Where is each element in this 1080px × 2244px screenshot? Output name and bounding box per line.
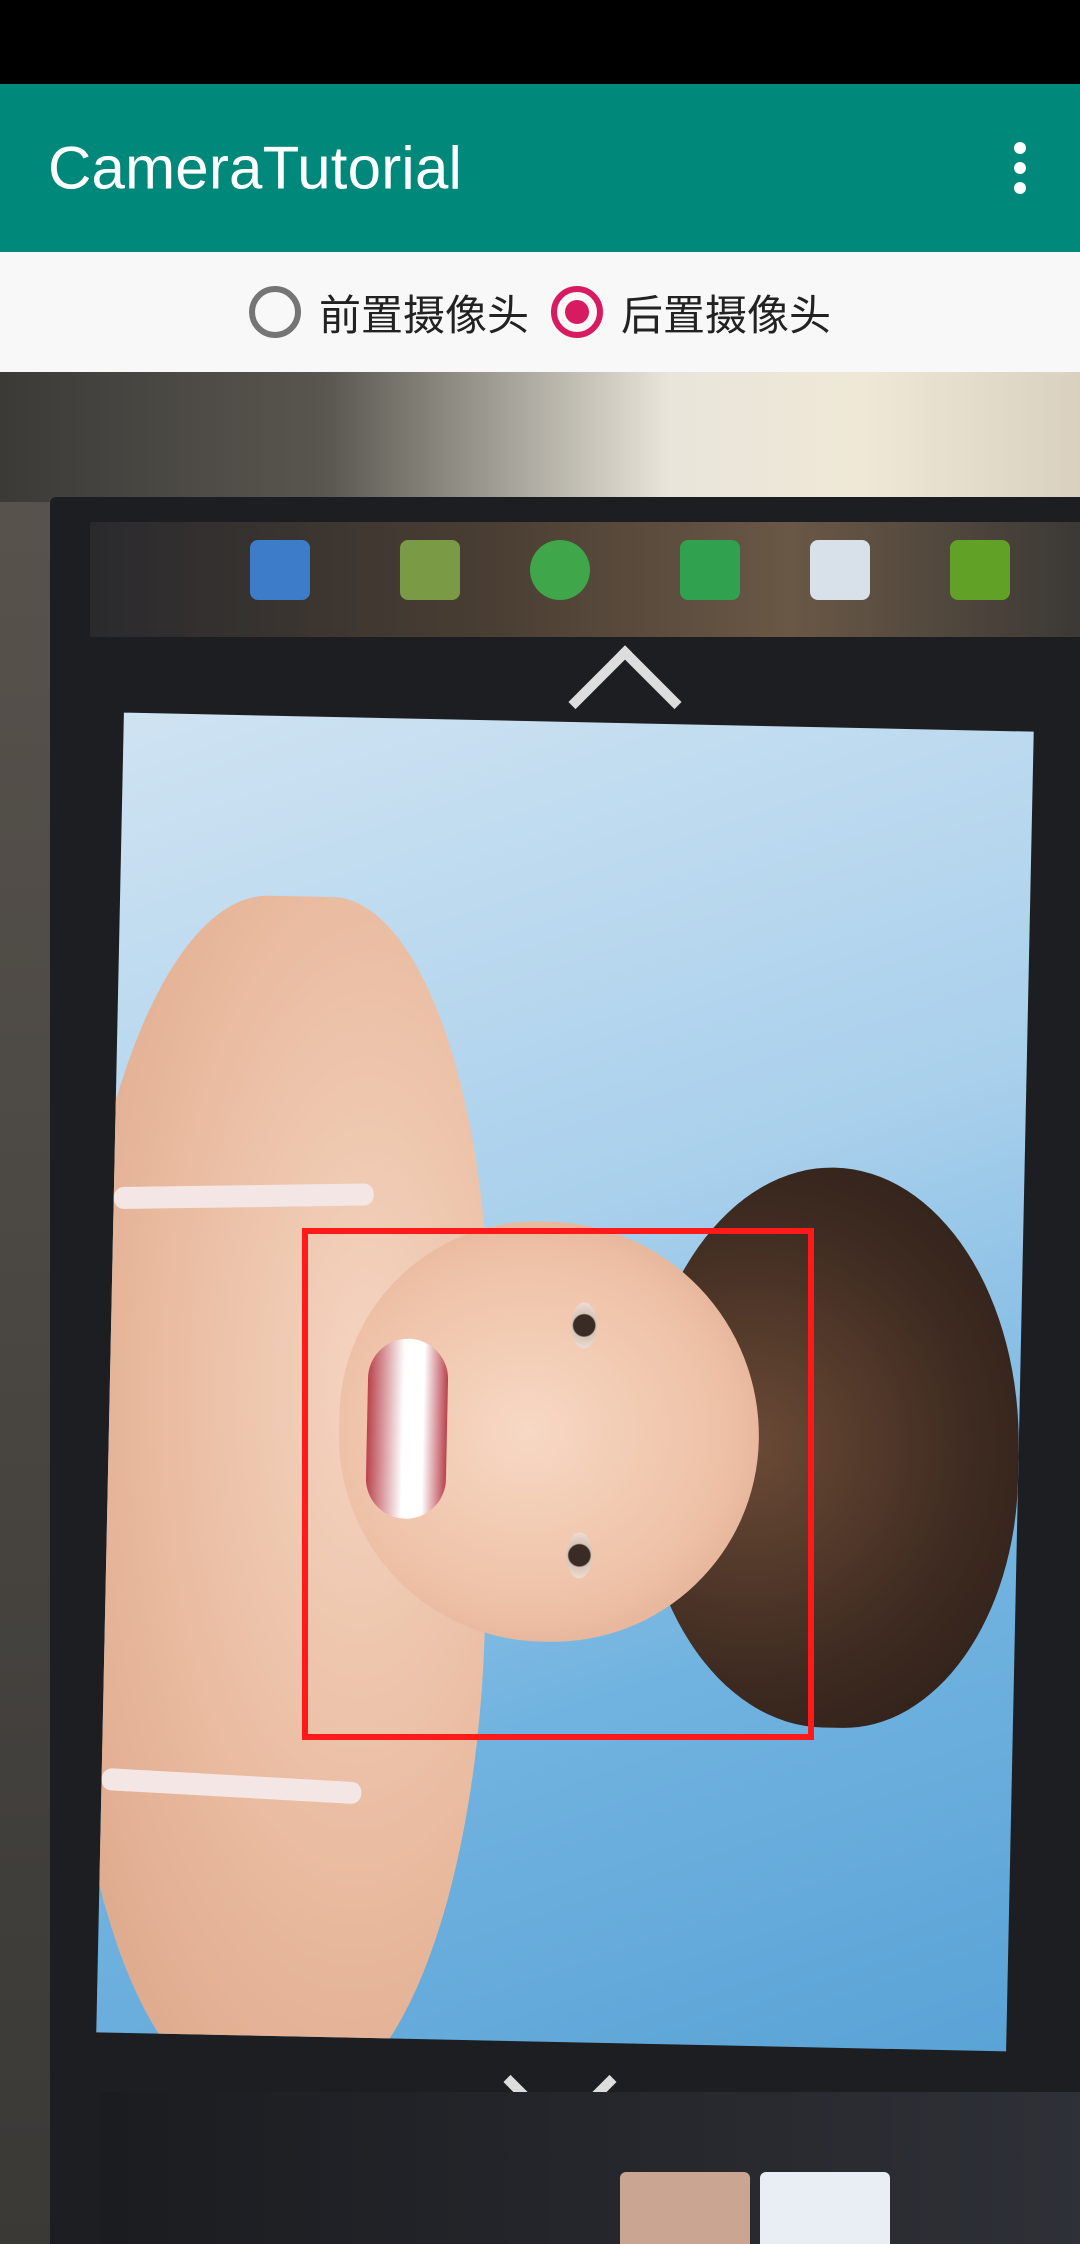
status-bar	[0, 0, 1080, 84]
desktop-icon	[810, 540, 870, 600]
face-detection-box	[302, 1228, 814, 1740]
background-wall	[0, 372, 1080, 502]
monitor-bottom-panel	[100, 2092, 1080, 2244]
front-camera-option[interactable]: 前置摄像头	[248, 282, 529, 343]
strap	[113, 1183, 374, 1210]
camera-selector: 前置摄像头 后置摄像头	[0, 252, 1080, 372]
desktop-icon	[530, 540, 590, 600]
more-vert-icon[interactable]	[984, 132, 1056, 204]
app-bar: CameraTutorial	[0, 84, 1080, 252]
thumbnail	[760, 2172, 890, 2244]
desktop-icon	[680, 540, 740, 600]
front-camera-radio[interactable]	[248, 286, 301, 338]
rear-camera-option[interactable]: 后置摄像头	[551, 282, 831, 343]
desktop-icon	[950, 540, 1010, 600]
rear-camera-radio[interactable]	[551, 286, 603, 338]
desktop-icon	[400, 540, 460, 600]
camera-preview	[0, 372, 1080, 2244]
app-title: CameraTutorial	[48, 134, 463, 202]
thumbnail	[620, 2172, 750, 2244]
desktop-icon	[250, 540, 310, 600]
front-camera-label: 前置摄像头	[318, 290, 529, 340]
rear-camera-label: 后置摄像头	[621, 290, 832, 340]
